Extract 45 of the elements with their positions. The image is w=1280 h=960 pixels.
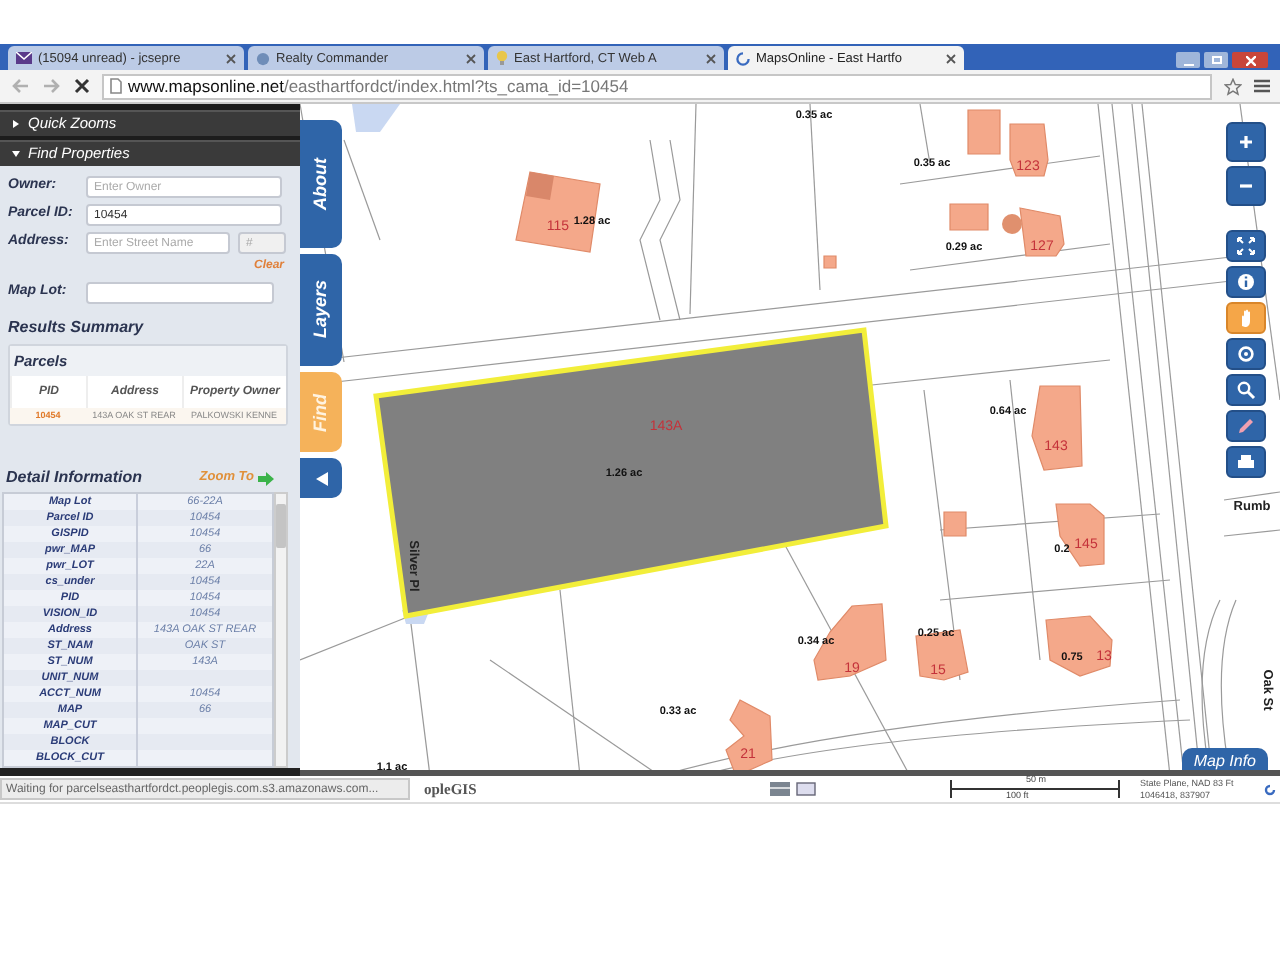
- star-icon[interactable]: [1224, 77, 1242, 95]
- side-tab[interactable]: Layers: [300, 254, 342, 366]
- map-tool-button[interactable]: [1226, 166, 1266, 206]
- info-icon: [1236, 272, 1256, 292]
- close-icon[interactable]: [226, 53, 236, 63]
- section-title: Results Summary: [8, 316, 146, 340]
- map-tool-button[interactable]: [1226, 338, 1266, 370]
- input-field[interactable]: [86, 282, 274, 304]
- plus-icon: [1236, 132, 1256, 152]
- map-tool-button[interactable]: [1226, 122, 1266, 162]
- stop-icon[interactable]: [74, 78, 90, 94]
- basemap-icon[interactable]: [770, 782, 790, 796]
- close-icon[interactable]: [706, 53, 716, 63]
- triangle-left-icon: [315, 471, 327, 485]
- map-tool-button[interactable]: [1226, 374, 1266, 406]
- page-icon: [110, 78, 122, 94]
- hand-icon: [1236, 308, 1256, 328]
- map-tool-button[interactable]: [1226, 266, 1266, 298]
- envelope-icon: [16, 52, 32, 64]
- map-tool-button[interactable]: [1226, 230, 1266, 262]
- arrow-icon: [258, 471, 274, 486]
- loading-spinner-icon: [736, 51, 750, 65]
- magnifier-icon: [1236, 380, 1256, 400]
- pencil-icon: [1236, 416, 1256, 436]
- menu-icon[interactable]: [1254, 78, 1270, 94]
- address-bar[interactable]: www.mapsonline.net/easthartfordct/index.html?ts_cama_id=10454: [102, 73, 1212, 99]
- refresh-icon[interactable]: [1264, 783, 1276, 795]
- close-icon[interactable]: [946, 53, 956, 63]
- target-icon: [1236, 344, 1256, 364]
- printer-icon: [1236, 452, 1256, 472]
- map-tool-button[interactable]: [1226, 446, 1266, 478]
- close-icon: [1245, 55, 1255, 65]
- caret-right-icon: [12, 120, 20, 128]
- expand-icon: [1236, 236, 1256, 256]
- close-button[interactable]: [1232, 52, 1268, 68]
- scrollbar[interactable]: [274, 492, 288, 769]
- collapse-button[interactable]: [300, 458, 342, 498]
- map-tool-button[interactable]: [1226, 410, 1266, 442]
- side-tab[interactable]: About: [300, 120, 342, 248]
- aerial-icon[interactable]: [796, 782, 816, 796]
- section-title: Detail Information: [6, 466, 143, 491]
- close-icon[interactable]: [466, 53, 476, 63]
- selected-parcel[interactable]: [373, 327, 889, 619]
- caret-down-icon: [12, 150, 20, 158]
- lightbulb-icon: [496, 50, 508, 66]
